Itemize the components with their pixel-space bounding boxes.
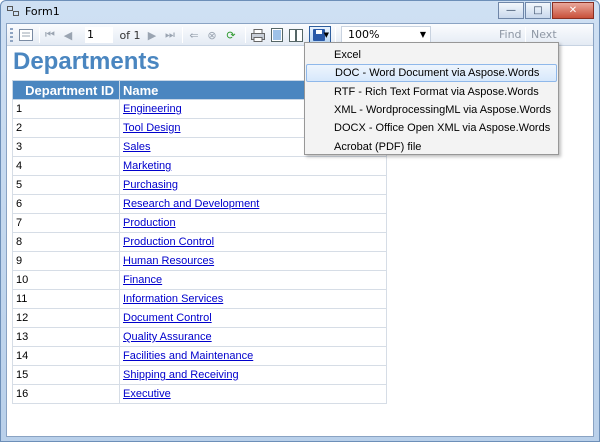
find-link[interactable]: Find: [499, 28, 522, 41]
department-id-cell: 11: [12, 289, 120, 309]
document-map-icon[interactable]: [17, 27, 35, 43]
department-link[interactable]: Sales: [123, 141, 151, 153]
department-id-cell: 7: [12, 213, 120, 233]
next-page-icon[interactable]: ▶: [145, 27, 159, 43]
department-link[interactable]: Engineering: [123, 103, 182, 115]
report-title: Departments: [13, 48, 160, 75]
department-name-cell: Information Services: [119, 289, 387, 309]
department-link[interactable]: Research and Development: [123, 198, 259, 210]
chevron-down-icon: ▼: [323, 31, 329, 39]
stop-icon[interactable]: ⊗: [205, 27, 219, 43]
department-name-cell: Production Control: [119, 232, 387, 252]
department-name-cell: Finance: [119, 270, 387, 290]
table-row: 4 Marketing: [12, 156, 387, 176]
department-link[interactable]: Finance: [123, 274, 162, 286]
menu-item-export-format[interactable]: Excel: [306, 46, 557, 64]
prev-page-icon[interactable]: ◀: [61, 27, 75, 43]
department-name-cell: Purchasing: [119, 175, 387, 195]
department-name-cell: Research and Development: [119, 194, 387, 214]
refresh-icon[interactable]: ⟳: [223, 27, 239, 43]
table-row: 13 Quality Assurance: [12, 327, 387, 347]
menu-item-export-format[interactable]: Acrobat (PDF) file: [306, 138, 557, 156]
menu-item-export-format[interactable]: XML - WordprocessingML via Aspose.Words: [306, 101, 557, 119]
page-number-input[interactable]: 1: [85, 27, 113, 43]
table-row: 15 Shipping and Receiving: [12, 365, 387, 385]
department-link[interactable]: Information Services: [123, 293, 223, 305]
toolbar-grip[interactable]: [10, 28, 13, 42]
app-icon: [7, 6, 21, 18]
menu-item-export-format[interactable]: DOC - Word Document via Aspose.Words: [306, 64, 557, 83]
page-setup-icon[interactable]: [288, 27, 304, 43]
page-count-label: of 1: [119, 28, 141, 42]
department-link[interactable]: Production Control: [123, 236, 214, 248]
department-id-cell: 14: [12, 346, 120, 366]
department-id-cell: 6: [12, 194, 120, 214]
table-row: 14 Facilities and Maintenance: [12, 346, 387, 366]
menu-item-export-format[interactable]: RTF - Rich Text Format via Aspose.Words: [306, 83, 557, 101]
app-window: Form1 — □ ✕ ⏮ ◀ 1 of 1 ▶ ⏭ ⇐ ⊗ ⟳ ▼ 100% …: [0, 0, 600, 442]
department-id-cell: 10: [12, 270, 120, 290]
zoom-value: 100%: [348, 28, 380, 41]
department-link[interactable]: Quality Assurance: [123, 331, 212, 343]
last-page-icon[interactable]: ⏭: [163, 27, 177, 43]
table-row: 16 Executive: [12, 384, 387, 404]
department-name-cell: Shipping and Receiving: [119, 365, 387, 385]
department-link[interactable]: Facilities and Maintenance: [123, 350, 253, 362]
department-id-cell: 4: [12, 156, 120, 176]
column-header-department-id: Department ID: [12, 80, 120, 100]
department-id-cell: 3: [12, 137, 120, 157]
department-id-cell: 9: [12, 251, 120, 271]
department-name-cell: Production: [119, 213, 387, 233]
export-format-menu: Excel DOC - Word Document via Aspose.Word…: [304, 42, 559, 155]
department-id-cell: 16: [12, 384, 120, 404]
department-link[interactable]: Production: [123, 217, 176, 229]
department-name-cell: Facilities and Maintenance: [119, 346, 387, 366]
department-id-cell: 5: [12, 175, 120, 195]
table-row: 6 Research and Development: [12, 194, 387, 214]
department-id-cell: 2: [12, 118, 120, 138]
department-name-cell: Human Resources: [119, 251, 387, 271]
window-title: Form1: [25, 5, 60, 18]
menu-item-export-format[interactable]: DOCX - Office Open XML via Aspose.Words: [306, 119, 557, 137]
table-row: 12 Document Control: [12, 308, 387, 328]
table-row: 5 Purchasing: [12, 175, 387, 195]
print-layout-icon[interactable]: [269, 27, 285, 43]
department-name-cell: Marketing: [119, 156, 387, 176]
title-bar[interactable]: Form1 — □ ✕: [1, 1, 599, 23]
print-icon[interactable]: [250, 27, 266, 43]
department-link[interactable]: Executive: [123, 388, 171, 400]
table-row: 11 Information Services: [12, 289, 387, 309]
find-next-link[interactable]: Next: [531, 28, 557, 41]
department-name-cell: Quality Assurance: [119, 327, 387, 347]
table-row: 7 Production: [12, 213, 387, 233]
department-id-cell: 15: [12, 365, 120, 385]
department-id-cell: 8: [12, 232, 120, 252]
department-name-cell: Document Control: [119, 308, 387, 328]
department-link[interactable]: Document Control: [123, 312, 212, 324]
department-link[interactable]: Tool Design: [123, 122, 180, 134]
department-id-cell: 13: [12, 327, 120, 347]
department-id-cell: 1: [12, 99, 120, 119]
department-link[interactable]: Shipping and Receiving: [123, 369, 239, 381]
table-row: 10 Finance: [12, 270, 387, 290]
chevron-down-icon: ▼: [419, 30, 426, 39]
zoom-select[interactable]: 100% ▼: [341, 26, 431, 43]
first-page-icon[interactable]: ⏮: [43, 27, 57, 43]
department-name-cell: Executive: [119, 384, 387, 404]
department-link[interactable]: Purchasing: [123, 179, 178, 191]
table-row: 9 Human Resources: [12, 251, 387, 271]
minimize-button[interactable]: —: [498, 2, 524, 19]
department-link[interactable]: Marketing: [123, 160, 171, 172]
department-link[interactable]: Human Resources: [123, 255, 214, 267]
table-row: 8 Production Control: [12, 232, 387, 252]
department-id-cell: 12: [12, 308, 120, 328]
maximize-button[interactable]: □: [525, 2, 551, 19]
back-icon[interactable]: ⇐: [187, 27, 201, 43]
close-button[interactable]: ✕: [552, 2, 594, 19]
